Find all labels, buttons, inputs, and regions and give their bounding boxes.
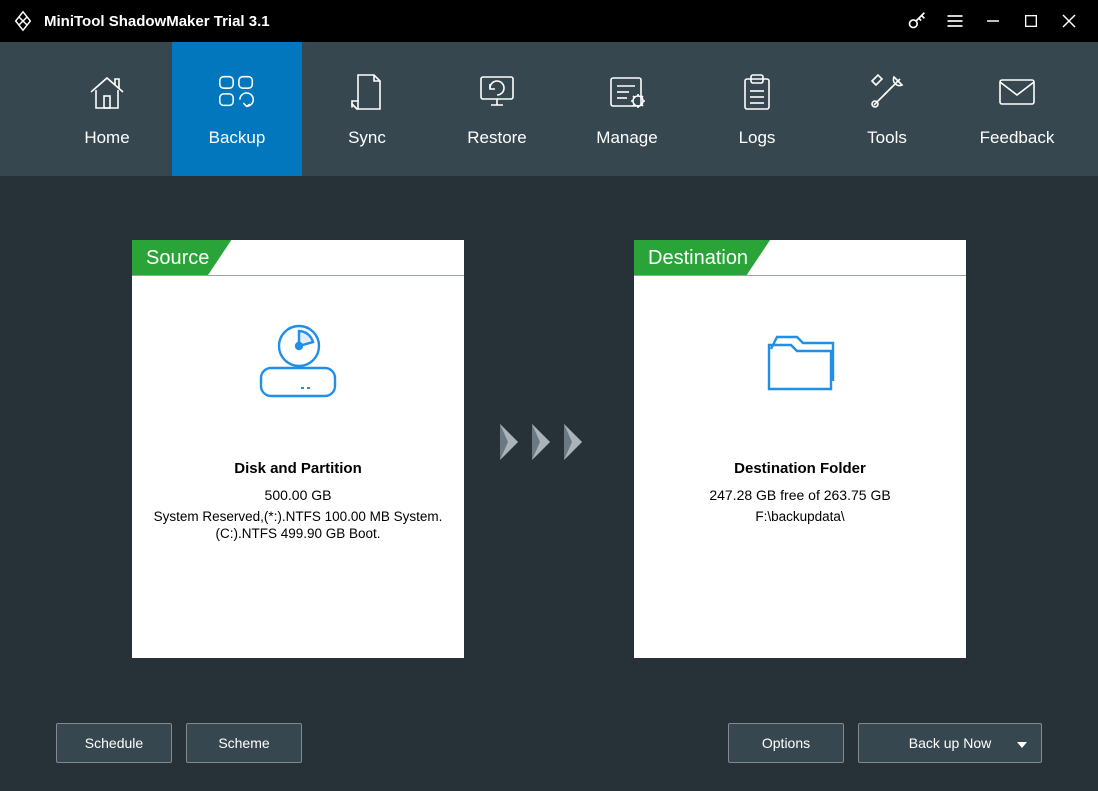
source-size: 500.00 GB [265, 487, 332, 503]
disk-icon [253, 320, 343, 405]
nav-label: Logs [739, 128, 776, 148]
source-detail-1: System Reserved,(*:).NTFS 100.00 MB Syst… [154, 509, 443, 524]
menu-icon[interactable] [936, 0, 974, 42]
manage-icon [605, 70, 649, 114]
minimize-button[interactable] [974, 0, 1012, 42]
nav-tools[interactable]: Tools [822, 42, 952, 176]
nav-home[interactable]: Home [42, 42, 172, 176]
nav-label: Tools [867, 128, 907, 148]
backup-now-button[interactable]: Back up Now [858, 723, 1042, 763]
destination-free: 247.28 GB free of 263.75 GB [709, 487, 890, 503]
nav-label: Home [84, 128, 129, 148]
destination-tab-label: Destination [634, 240, 770, 276]
nav-sync[interactable]: Sync [302, 42, 432, 176]
backup-icon [215, 70, 259, 114]
nav-logs[interactable]: Logs [692, 42, 822, 176]
home-icon [85, 70, 129, 114]
titlebar: MiniTool ShadowMaker Trial 3.1 [0, 0, 1098, 42]
maximize-button[interactable] [1012, 0, 1050, 42]
scheme-button[interactable]: Scheme [186, 723, 302, 763]
nav-label: Feedback [980, 128, 1055, 148]
source-card[interactable]: Source Disk and Partition 500.00 GB Syst… [132, 240, 464, 658]
schedule-button[interactable]: Schedule [56, 723, 172, 763]
close-button[interactable] [1050, 0, 1088, 42]
destination-title: Destination Folder [734, 460, 866, 477]
navbar: Home Backup Sync [0, 42, 1098, 176]
destination-card[interactable]: Destination Destination Folder 247.28 GB… [634, 240, 966, 658]
nav-restore[interactable]: Restore [432, 42, 562, 176]
nav-backup[interactable]: Backup [172, 42, 302, 176]
backup-now-label: Back up Now [909, 735, 991, 751]
nav-label: Sync [348, 128, 386, 148]
source-detail-2: (C:).NTFS 499.90 GB Boot. [215, 526, 380, 541]
app-logo-icon [10, 8, 36, 34]
nav-manage[interactable]: Manage [562, 42, 692, 176]
restore-icon [475, 70, 519, 114]
bottom-bar: Schedule Scheme Options Back up Now [0, 723, 1098, 763]
nav-feedback[interactable]: Feedback [952, 42, 1082, 176]
key-icon[interactable] [898, 0, 936, 42]
folder-icon [755, 320, 845, 405]
nav-label: Restore [467, 128, 527, 148]
dropdown-caret-icon [1017, 735, 1027, 751]
options-button[interactable]: Options [728, 723, 844, 763]
direction-chevrons-icon [464, 420, 634, 464]
tools-icon [865, 70, 909, 114]
app-title: MiniTool ShadowMaker Trial 3.1 [44, 13, 270, 30]
source-tab-label: Source [132, 240, 231, 276]
sync-icon [345, 70, 389, 114]
nav-label: Manage [596, 128, 657, 148]
logs-icon [735, 70, 779, 114]
main-area: Source Disk and Partition 500.00 GB Syst… [0, 176, 1098, 791]
nav-label: Backup [209, 128, 266, 148]
feedback-icon [995, 70, 1039, 114]
destination-path: F:\backupdata\ [755, 509, 844, 524]
source-title: Disk and Partition [234, 460, 362, 477]
